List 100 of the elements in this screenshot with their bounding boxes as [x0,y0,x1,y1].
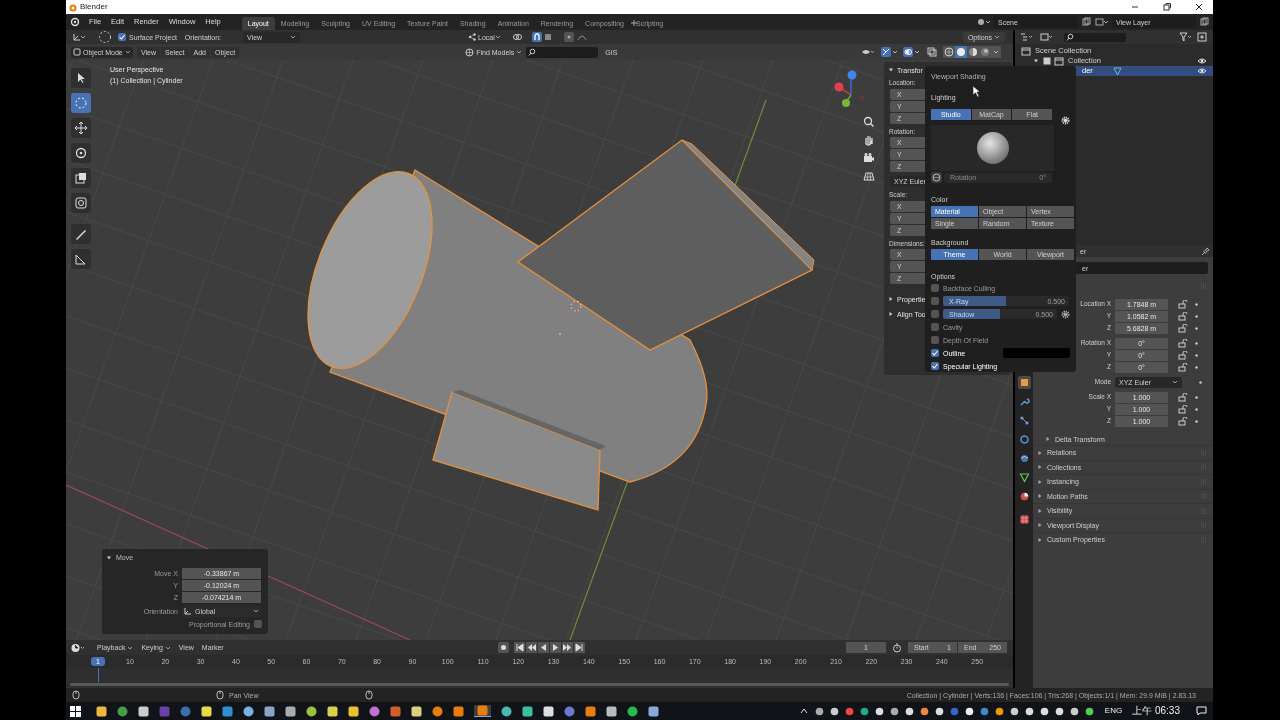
checkbox[interactable] [254,620,262,628]
keyframe-dot-icon[interactable] [1194,301,1199,307]
caret-icon[interactable] [891,48,899,56]
keyframe-dot-icon[interactable] [1198,379,1203,385]
measure-icon[interactable] [71,249,91,269]
world-icon[interactable] [931,172,942,183]
lock-icon[interactable] [1178,323,1188,333]
copy-icon[interactable] [1199,17,1209,27]
image-icon[interactable] [1095,17,1109,27]
app-icon[interactable] [543,705,554,717]
physics-icon[interactable] [1017,433,1031,446]
caret-icon[interactable] [913,48,921,56]
keyframe-dot-icon[interactable] [1194,418,1199,424]
camera-icon[interactable] [863,152,875,164]
shading-material-icon[interactable] [967,46,979,58]
plus-icon[interactable] [630,19,638,27]
app-icon[interactable] [411,705,422,717]
lock-icon[interactable] [1178,311,1188,321]
new-collection-icon[interactable] [1197,32,1207,42]
lock-icon[interactable] [1178,392,1188,402]
xray-icon[interactable] [927,47,937,57]
keyframe-dot-icon[interactable] [1194,352,1199,358]
scale-icon[interactable] [71,168,91,188]
overlay-toggle-icon[interactable] [903,47,913,57]
checkbox[interactable] [931,336,939,344]
hand-icon[interactable] [863,134,875,146]
cursor-tool-icon[interactable] [71,93,91,113]
language-indicator[interactable]: ENG [1104,707,1123,715]
move-icon[interactable] [71,118,91,138]
object-properties-icon[interactable] [1017,376,1031,389]
jump-start-icon[interactable] [513,642,525,653]
checkbox[interactable] [931,323,939,331]
caret-icon[interactable] [991,46,1001,58]
app-icon[interactable] [627,705,638,717]
keyframe-dot-icon[interactable] [1194,364,1199,370]
transform-icon[interactable] [71,193,91,213]
app-icon[interactable] [243,705,254,717]
previous-keyframe-icon[interactable] [525,642,537,653]
lock-icon[interactable] [1178,362,1188,372]
filter-icon[interactable] [1179,32,1193,42]
lock-icon[interactable] [1178,350,1188,360]
search-field[interactable] [526,46,599,58]
app-icon[interactable] [501,705,512,717]
scrollbar[interactable] [70,683,1009,686]
mesh-data-icon[interactable] [1017,471,1031,484]
transform-icon[interactable] [72,32,86,42]
keyframe-dot-icon[interactable] [1194,340,1199,346]
proportional-icon[interactable] [564,32,575,42]
checkbox[interactable] [118,33,126,41]
editor-type-icon[interactable] [71,642,85,653]
app-icon[interactable] [648,705,659,717]
windows-start-icon[interactable] [70,705,81,717]
zoom-icon[interactable] [863,116,875,128]
scene-icon[interactable] [977,17,991,27]
shading-rendered-icon[interactable] [979,46,991,58]
app-icon[interactable] [432,705,443,717]
grid-view-icon[interactable] [863,170,875,182]
shading-solid-icon[interactable] [955,46,967,58]
pin-icon[interactable] [1201,246,1210,256]
checkbox[interactable] [931,284,939,292]
lock-icon[interactable] [1178,299,1188,309]
disclosure-icon[interactable] [1033,58,1039,64]
rotate-icon[interactable] [71,143,91,163]
search-field[interactable] [1064,32,1126,42]
checkbox[interactable] [931,349,939,357]
notification-icon[interactable] [1196,706,1207,716]
clock[interactable]: 上午 06:33 [1132,706,1180,716]
image-icon[interactable] [1040,32,1054,42]
eye-icon[interactable] [1197,57,1207,65]
gizmo-toggle-icon[interactable] [881,47,891,57]
shading-wireframe-icon[interactable] [943,46,955,58]
falloff-icon[interactable] [577,32,588,42]
annotate-icon[interactable] [71,224,91,244]
keyframe-dot-icon[interactable] [1194,394,1199,400]
lock-icon[interactable] [1178,338,1188,348]
app-icon[interactable] [369,705,380,717]
jump-end-icon[interactable] [573,642,585,653]
app-icon[interactable] [348,705,359,717]
record-icon[interactable] [497,642,509,653]
app-icon[interactable] [306,705,317,717]
stopwatch-icon[interactable] [892,642,902,653]
lock-icon[interactable] [1178,416,1188,426]
keyframe-dot-icon[interactable] [1194,313,1199,319]
magnet-icon[interactable] [532,32,543,42]
visibility-icon[interactable] [861,47,875,57]
app-icon[interactable] [522,705,533,717]
lock-icon[interactable] [1178,404,1188,414]
next-keyframe-icon[interactable] [561,642,573,653]
app-icon[interactable] [96,705,107,717]
app-icon[interactable] [138,705,149,717]
select-box-icon[interactable] [71,68,91,88]
color-swatch[interactable] [1003,348,1070,358]
app-icon[interactable] [201,705,212,717]
checkbox[interactable] [931,362,939,370]
preview-area[interactable] [931,125,1054,171]
app-icon[interactable] [585,705,596,717]
eye-icon[interactable] [1197,67,1207,75]
app-icon[interactable] [606,705,617,717]
app-icon[interactable] [285,705,296,717]
checkbox-icon[interactable] [1043,57,1051,65]
